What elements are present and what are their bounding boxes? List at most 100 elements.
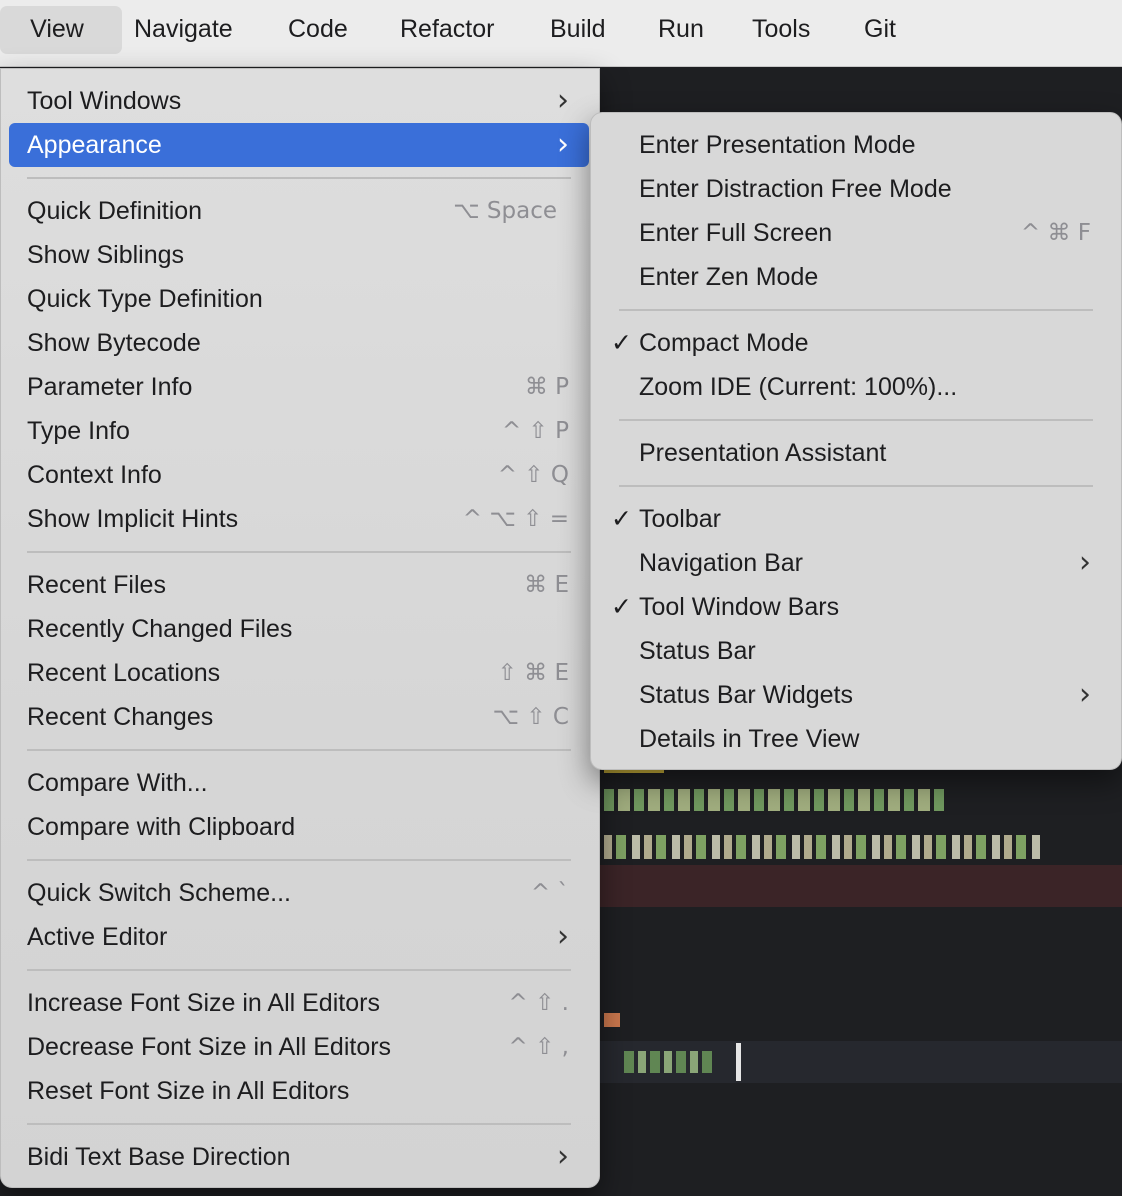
menu-item-label: Reset Font Size in All Editors — [27, 1077, 350, 1105]
blurred-code — [604, 1013, 620, 1027]
menu-item-label: Tool Windows — [27, 87, 182, 115]
menu-item-label: Recent Files — [27, 571, 166, 599]
menu-refactor[interactable]: Refactor — [400, 6, 494, 54]
shortcut-label: ^ ` — [530, 880, 569, 906]
menu-item-active-editor[interactable]: Active Editor › — [9, 915, 589, 959]
menu-item-label: Appearance — [27, 131, 162, 159]
menu-item-decrease-font-size[interactable]: Decrease Font Size in All Editors ^ ⇧ , — [9, 1025, 589, 1069]
blurred-code — [624, 1051, 716, 1073]
menu-item-label: Enter Full Screen — [639, 219, 833, 247]
menu-bar: View Navigate Code Refactor Build Run To… — [0, 0, 1122, 67]
menu-item-label: Tool Window Bars — [639, 593, 840, 621]
menu-item-type-info[interactable]: Type Info ^ ⇧ P — [9, 409, 589, 453]
chevron-right-icon: › — [557, 127, 569, 162]
menu-item-increase-font-size[interactable]: Increase Font Size in All Editors ^ ⇧ . — [9, 981, 589, 1025]
shortcut-label: ^ ⌥ ⇧ = — [462, 506, 569, 532]
menu-item-parameter-info[interactable]: Parameter Info ⌘ P — [9, 365, 589, 409]
menu-item-label: Zoom IDE (Current: 100%)... — [639, 373, 958, 401]
chevron-right-icon: › — [1079, 545, 1091, 580]
menu-item-show-bytecode[interactable]: Show Bytecode — [9, 321, 589, 365]
menu-item-label: Enter Presentation Mode — [639, 131, 916, 159]
menu-item-label: Show Bytecode — [27, 329, 201, 357]
menu-item-quick-type-definition[interactable]: Quick Type Definition — [9, 277, 589, 321]
menu-item-label: Recently Changed Files — [27, 615, 293, 643]
menu-view[interactable]: View — [0, 6, 122, 54]
menu-separator — [27, 749, 571, 751]
menu-item-label: Quick Switch Scheme... — [27, 879, 291, 907]
menu-item-label: Navigation Bar — [639, 549, 803, 577]
checkmark-icon: ✓ — [611, 592, 632, 621]
menu-item-label: Context Info — [27, 461, 162, 489]
menu-item-label: Enter Distraction Free Mode — [639, 175, 952, 203]
menu-item-label: Details in Tree View — [639, 725, 860, 753]
error-highlight-line — [560, 865, 1122, 907]
menu-item-label: Recent Changes — [27, 703, 214, 731]
menu-item-recent-changes[interactable]: Recent Changes ⌥ ⇧ C — [9, 695, 589, 739]
menu-item-recently-changed-files[interactable]: Recently Changed Files — [9, 607, 589, 651]
menu-item-recent-files[interactable]: Recent Files ⌘ E — [9, 563, 589, 607]
menu-item-quick-switch-scheme[interactable]: Quick Switch Scheme... ^ ` — [9, 871, 589, 915]
menu-item-label: Active Editor — [27, 923, 168, 951]
menu-item-context-info[interactable]: Context Info ^ ⇧ Q — [9, 453, 589, 497]
menu-separator — [27, 859, 571, 861]
chevron-right-icon: › — [557, 1139, 569, 1174]
chevron-right-icon: › — [1079, 677, 1091, 712]
menu-item-status-bar[interactable]: Status Bar — [599, 629, 1111, 673]
menu-item-compact-mode[interactable]: ✓ Compact Mode — [599, 321, 1111, 365]
menu-separator — [27, 551, 571, 553]
menu-git[interactable]: Git — [864, 6, 896, 54]
menu-item-appearance[interactable]: Appearance › — [9, 123, 589, 167]
blurred-code — [604, 835, 1044, 859]
checkmark-icon: ✓ — [611, 504, 632, 533]
shortcut-label: ⌘ P — [524, 374, 569, 400]
shortcut-label: ^ ⇧ Q — [497, 462, 569, 488]
shortcut-label: ⌥ ⇧ C — [492, 704, 569, 730]
menu-item-label: Compare with Clipboard — [27, 813, 296, 841]
shortcut-label: ^ ⇧ P — [501, 418, 569, 444]
menu-item-zoom-ide[interactable]: Zoom IDE (Current: 100%)... — [599, 365, 1111, 409]
menu-item-quick-definition[interactable]: Quick Definition ⌥ Space — [9, 189, 589, 233]
menu-item-enter-full-screen[interactable]: Enter Full Screen ^ ⌘ F — [599, 211, 1111, 255]
shortcut-label: ^ ⌘ F — [1020, 220, 1091, 246]
text-cursor — [736, 1043, 741, 1081]
menu-separator — [619, 485, 1093, 487]
menu-item-recent-locations[interactable]: Recent Locations ⇧ ⌘ E — [9, 651, 589, 695]
menu-item-details-in-tree-view[interactable]: Details in Tree View — [599, 717, 1111, 761]
shortcut-label: ^ ⇧ , — [508, 1034, 569, 1060]
menu-item-enter-presentation-mode[interactable]: Enter Presentation Mode — [599, 123, 1111, 167]
menu-item-compare-with-clipboard[interactable]: Compare with Clipboard — [9, 805, 589, 849]
menu-item-label: Status Bar — [639, 637, 756, 665]
menu-item-label: Show Implicit Hints — [27, 505, 239, 533]
menu-item-navigation-bar[interactable]: Navigation Bar › — [599, 541, 1111, 585]
menu-item-toolbar[interactable]: ✓ Toolbar — [599, 497, 1111, 541]
menu-item-label: Decrease Font Size in All Editors — [27, 1033, 392, 1061]
shortcut-label: ⌥ Space — [453, 198, 557, 224]
menu-separator — [619, 309, 1093, 311]
blurred-code — [604, 789, 944, 811]
menu-separator — [27, 969, 571, 971]
menu-build[interactable]: Build — [550, 6, 606, 54]
menu-item-reset-font-size[interactable]: Reset Font Size in All Editors — [9, 1069, 589, 1113]
menu-item-label: Quick Type Definition — [27, 285, 263, 313]
menu-item-tool-windows[interactable]: Tool Windows › — [9, 79, 589, 123]
menu-item-presentation-assistant[interactable]: Presentation Assistant — [599, 431, 1111, 475]
menu-code[interactable]: Code — [288, 6, 348, 54]
menu-item-show-siblings[interactable]: Show Siblings — [9, 233, 589, 277]
menu-item-bidi-text-base-direction[interactable]: Bidi Text Base Direction › — [9, 1135, 589, 1179]
menu-item-label: Recent Locations — [27, 659, 221, 687]
menu-item-label: Increase Font Size in All Editors — [27, 989, 380, 1017]
menu-navigate[interactable]: Navigate — [134, 6, 233, 54]
menu-item-show-implicit-hints[interactable]: Show Implicit Hints ^ ⌥ ⇧ = — [9, 497, 589, 541]
menu-run[interactable]: Run — [658, 6, 704, 54]
menu-item-label: Bidi Text Base Direction — [27, 1143, 291, 1171]
menu-item-tool-window-bars[interactable]: ✓ Tool Window Bars — [599, 585, 1111, 629]
chevron-right-icon: › — [557, 83, 569, 118]
menu-item-status-bar-widgets[interactable]: Status Bar Widgets › — [599, 673, 1111, 717]
menu-item-compare-with[interactable]: Compare With... — [9, 761, 589, 805]
menu-item-label: Parameter Info — [27, 373, 193, 401]
menu-item-enter-zen-mode[interactable]: Enter Zen Mode — [599, 255, 1111, 299]
menu-item-enter-distraction-free-mode[interactable]: Enter Distraction Free Mode — [599, 167, 1111, 211]
shortcut-label: ⌘ E — [524, 572, 569, 598]
shortcut-label: ^ ⇧ . — [508, 990, 569, 1016]
menu-tools[interactable]: Tools — [752, 6, 810, 54]
